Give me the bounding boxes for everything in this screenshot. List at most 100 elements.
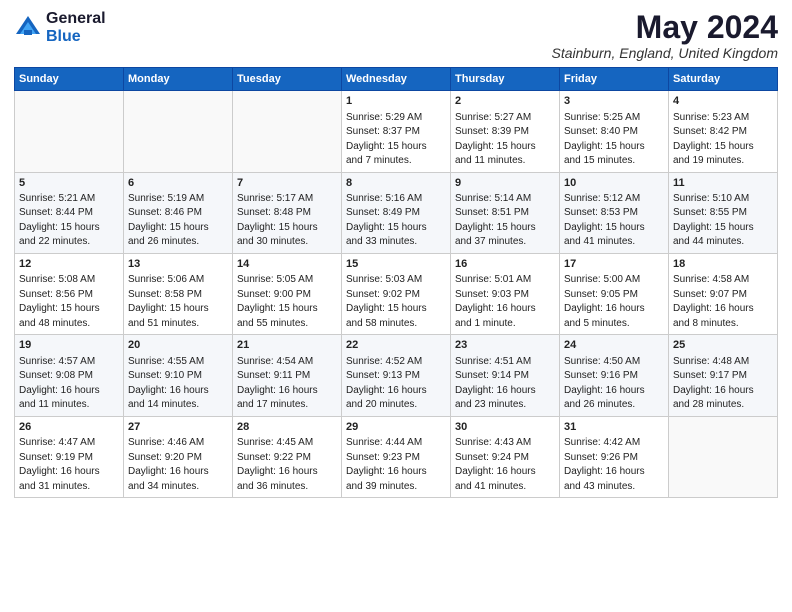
day-number: 18: [673, 257, 773, 272]
calendar-cell: 10Sunrise: 5:12 AM Sunset: 8:53 PM Dayli…: [560, 172, 669, 253]
weekday-header: Tuesday: [233, 68, 342, 91]
day-info: Sunrise: 4:48 AM Sunset: 9:17 PM Dayligh…: [673, 355, 773, 413]
day-number: 13: [128, 257, 228, 272]
calendar-cell: 21 Sunrise: 4:54 AM Sunset: 9:11 PM Dayli…: [233, 335, 342, 416]
page: General Blue May 2024 Stainburn, England…: [0, 0, 792, 508]
weekday-header: Friday: [560, 68, 669, 91]
day-number: 4: [673, 94, 773, 109]
day-info: Sunrise: 5:14 AM Sunset: 8:51 PM Dayligh…: [455, 192, 555, 250]
logo-text: General Blue: [46, 10, 106, 45]
day-info: Sunrise: 4:45 AM Sunset: 9:22 PM Dayligh…: [237, 436, 337, 494]
day-info: Sunrise: 5:23 AM Sunset: 8:42 PM Dayligh…: [673, 111, 773, 169]
calendar-cell: 15Sunrise: 5:03 AM Sunset: 9:02 PM Dayli…: [342, 253, 451, 334]
day-number: 6: [128, 176, 228, 191]
logo-general: General: [46, 10, 106, 28]
calendar-cell: 27Sunrise: 4:46 AM Sunset: 9:20 PM Dayli…: [124, 416, 233, 497]
day-info: Sunrise: 4:47 AM Sunset: 9:19 PM Dayligh…: [19, 436, 119, 494]
calendar-cell: 22Sunrise: 4:52 AM Sunset: 9:13 PM Dayli…: [342, 335, 451, 416]
calendar-cell: 8Sunrise: 5:16 AM Sunset: 8:49 PM Daylig…: [342, 172, 451, 253]
calendar-cell: 14Sunrise: 5:05 AM Sunset: 9:00 PM Dayli…: [233, 253, 342, 334]
calendar-cell: [124, 91, 233, 172]
calendar-week-row: 26Sunrise: 4:47 AM Sunset: 9:19 PM Dayli…: [15, 416, 778, 497]
day-info: Sunrise: 4:50 AM Sunset: 9:16 PM Dayligh…: [564, 355, 664, 413]
day-info: Sunrise: 5:27 AM Sunset: 8:39 PM Dayligh…: [455, 111, 555, 169]
calendar-cell: 17Sunrise: 5:00 AM Sunset: 9:05 PM Dayli…: [560, 253, 669, 334]
calendar-cell: 30Sunrise: 4:43 AM Sunset: 9:24 PM Dayli…: [451, 416, 560, 497]
day-info: Sunrise: 4:51 AM Sunset: 9:14 PM Dayligh…: [455, 355, 555, 413]
calendar-header-row: SundayMondayTuesdayWednesdayThursdayFrid…: [15, 68, 778, 91]
calendar-cell: 25 Sunrise: 4:48 AM Sunset: 9:17 PM Dayli…: [669, 335, 778, 416]
day-info: Sunrise: 5:08 AM Sunset: 8:56 PM Dayligh…: [19, 273, 119, 331]
calendar-week-row: 1Sunrise: 5:29 AM Sunset: 8:37 PM Daylig…: [15, 91, 778, 172]
day-number: 20: [128, 338, 228, 353]
day-info: Sunrise: 4:42 AM Sunset: 9:26 PM Dayligh…: [564, 436, 664, 494]
day-info: Sunrise: 5:25 AM Sunset: 8:40 PM Dayligh…: [564, 111, 664, 169]
day-number: 23: [455, 338, 555, 353]
calendar-cell: 3 Sunrise: 5:25 AM Sunset: 8:40 PM Daylig…: [560, 91, 669, 172]
calendar-cell: 20 Sunrise: 4:55 AM Sunset: 9:10 PM Dayli…: [124, 335, 233, 416]
calendar-cell: 19Sunrise: 4:57 AM Sunset: 9:08 PM Dayli…: [15, 335, 124, 416]
calendar-cell: [669, 416, 778, 497]
day-info: Sunrise: 5:16 AM Sunset: 8:49 PM Dayligh…: [346, 192, 446, 250]
day-info: Sunrise: 5:17 AM Sunset: 8:48 PM Dayligh…: [237, 192, 337, 250]
day-number: 5: [19, 176, 119, 191]
day-number: 21: [237, 338, 337, 353]
day-info: Sunrise: 4:54 AM Sunset: 9:11 PM Dayligh…: [237, 355, 337, 413]
day-info: Sunrise: 5:00 AM Sunset: 9:05 PM Dayligh…: [564, 273, 664, 331]
calendar-cell: 11Sunrise: 5:10 AM Sunset: 8:55 PM Dayli…: [669, 172, 778, 253]
day-number: 16: [455, 257, 555, 272]
day-number: 25: [673, 338, 773, 353]
day-info: Sunrise: 5:10 AM Sunset: 8:55 PM Dayligh…: [673, 192, 773, 250]
day-number: 9: [455, 176, 555, 191]
weekday-header: Wednesday: [342, 68, 451, 91]
calendar-cell: 18Sunrise: 4:58 AM Sunset: 9:07 PM Dayli…: [669, 253, 778, 334]
calendar-cell: 28Sunrise: 4:45 AM Sunset: 9:22 PM Dayli…: [233, 416, 342, 497]
day-number: 27: [128, 420, 228, 435]
day-info: Sunrise: 4:46 AM Sunset: 9:20 PM Dayligh…: [128, 436, 228, 494]
day-info: Sunrise: 5:03 AM Sunset: 9:02 PM Dayligh…: [346, 273, 446, 331]
day-info: Sunrise: 5:21 AM Sunset: 8:44 PM Dayligh…: [19, 192, 119, 250]
calendar-cell: [233, 91, 342, 172]
calendar-cell: 12Sunrise: 5:08 AM Sunset: 8:56 PM Dayli…: [15, 253, 124, 334]
day-number: 28: [237, 420, 337, 435]
calendar-cell: 24Sunrise: 4:50 AM Sunset: 9:16 PM Dayli…: [560, 335, 669, 416]
calendar-cell: 26Sunrise: 4:47 AM Sunset: 9:19 PM Dayli…: [15, 416, 124, 497]
day-number: 10: [564, 176, 664, 191]
day-number: 29: [346, 420, 446, 435]
day-info: Sunrise: 4:55 AM Sunset: 9:10 PM Dayligh…: [128, 355, 228, 413]
day-info: Sunrise: 5:06 AM Sunset: 8:58 PM Dayligh…: [128, 273, 228, 331]
weekday-header: Thursday: [451, 68, 560, 91]
calendar-cell: 7Sunrise: 5:17 AM Sunset: 8:48 PM Daylig…: [233, 172, 342, 253]
day-number: 15: [346, 257, 446, 272]
calendar-cell: 29Sunrise: 4:44 AM Sunset: 9:23 PM Dayli…: [342, 416, 451, 497]
calendar-cell: 6Sunrise: 5:19 AM Sunset: 8:46 PM Daylig…: [124, 172, 233, 253]
day-info: Sunrise: 5:12 AM Sunset: 8:53 PM Dayligh…: [564, 192, 664, 250]
day-number: 3: [564, 94, 664, 109]
calendar-cell: [15, 91, 124, 172]
day-number: 22: [346, 338, 446, 353]
day-number: 11: [673, 176, 773, 191]
day-info: Sunrise: 5:01 AM Sunset: 9:03 PM Dayligh…: [455, 273, 555, 331]
logo: General Blue: [14, 10, 106, 45]
day-info: Sunrise: 4:43 AM Sunset: 9:24 PM Dayligh…: [455, 436, 555, 494]
day-number: 14: [237, 257, 337, 272]
day-number: 12: [19, 257, 119, 272]
header: General Blue May 2024 Stainburn, England…: [14, 10, 778, 61]
day-info: Sunrise: 4:57 AM Sunset: 9:08 PM Dayligh…: [19, 355, 119, 413]
title-area: May 2024 Stainburn, England, United King…: [552, 10, 778, 61]
calendar-cell: 2Sunrise: 5:27 AM Sunset: 8:39 PM Daylig…: [451, 91, 560, 172]
calendar-cell: 9Sunrise: 5:14 AM Sunset: 8:51 PM Daylig…: [451, 172, 560, 253]
day-number: 31: [564, 420, 664, 435]
weekday-header: Monday: [124, 68, 233, 91]
day-number: 26: [19, 420, 119, 435]
calendar: SundayMondayTuesdayWednesdayThursdayFrid…: [14, 67, 778, 498]
calendar-week-row: 5Sunrise: 5:21 AM Sunset: 8:44 PM Daylig…: [15, 172, 778, 253]
day-number: 8: [346, 176, 446, 191]
day-info: Sunrise: 4:44 AM Sunset: 9:23 PM Dayligh…: [346, 436, 446, 494]
location: Stainburn, England, United Kingdom: [552, 45, 778, 61]
day-number: 30: [455, 420, 555, 435]
day-info: Sunrise: 5:19 AM Sunset: 8:46 PM Dayligh…: [128, 192, 228, 250]
calendar-week-row: 12Sunrise: 5:08 AM Sunset: 8:56 PM Dayli…: [15, 253, 778, 334]
calendar-cell: 23 Sunrise: 4:51 AM Sunset: 9:14 PM Dayli…: [451, 335, 560, 416]
logo-blue: Blue: [46, 28, 106, 46]
